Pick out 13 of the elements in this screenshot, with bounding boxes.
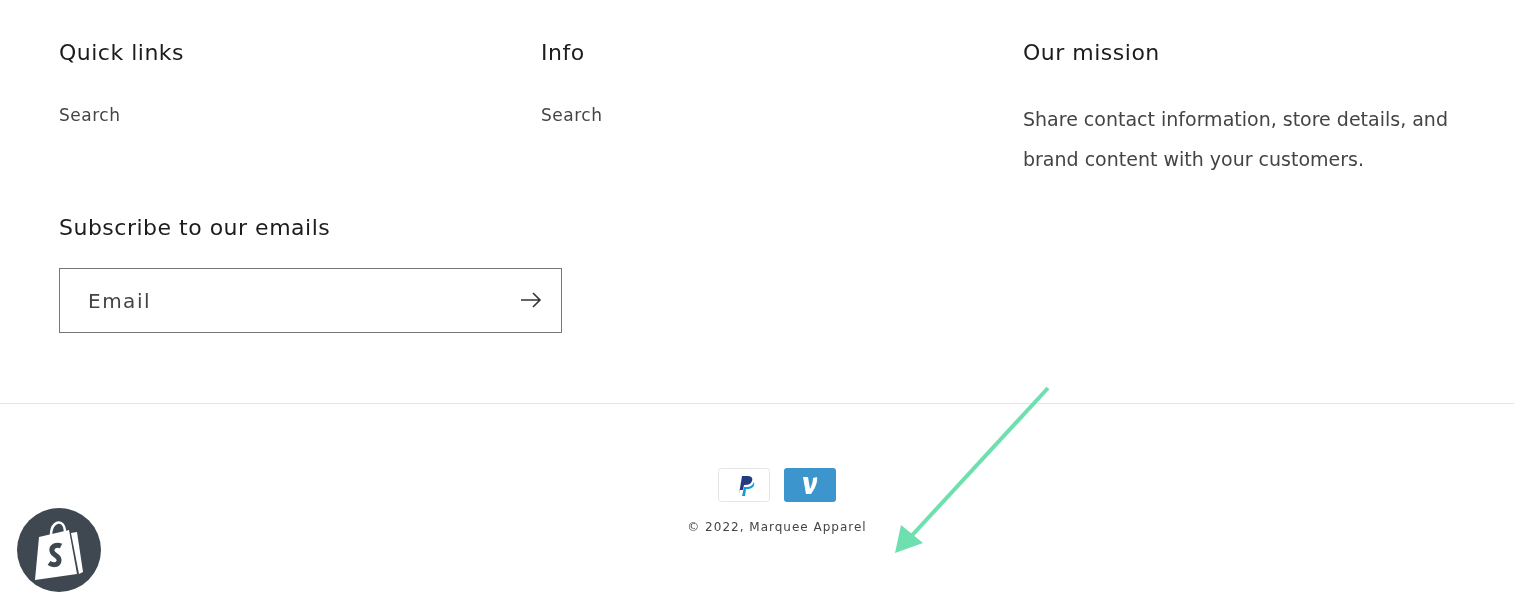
column-heading: Our mission (1023, 40, 1161, 65)
newsletter-heading: Subscribe to our emails (59, 215, 332, 240)
footer-link[interactable]: Search (59, 105, 541, 125)
column-heading: Info (541, 40, 586, 65)
payment-card-icon (784, 468, 836, 502)
mission-text: Share contact information, store details, and brand content with your customers. (1023, 107, 1449, 172)
payment-card-icon (718, 468, 770, 502)
arrow-icon[interactable] (520, 292, 542, 308)
footer-link[interactable]: Search (541, 105, 1023, 125)
copyright-text: © 2022, Marquee Apparel (686, 520, 868, 534)
column-heading: Quick links (59, 40, 186, 65)
shopping-bag-icon[interactable] (17, 508, 101, 592)
email-field[interactable]: Email (59, 268, 562, 333)
